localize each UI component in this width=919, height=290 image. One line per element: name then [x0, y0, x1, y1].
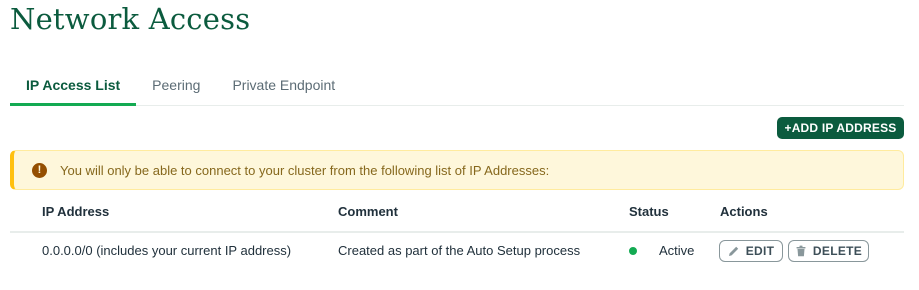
column-header-status[interactable]: Status: [629, 204, 669, 219]
column-header-comment[interactable]: Comment: [338, 204, 398, 219]
comment-cell: Created as part of the Auto Setup proces…: [338, 243, 581, 258]
delete-button-label: DELETE: [812, 244, 863, 258]
pencil-icon: [728, 245, 740, 257]
column-header-actions: Actions: [720, 204, 768, 219]
column-header-ip-address[interactable]: IP Address: [42, 204, 109, 219]
edit-button[interactable]: EDIT: [719, 240, 783, 262]
ip-address-cell: 0.0.0.0/0 (includes your current IP addr…: [42, 243, 292, 258]
status-cell: Active: [659, 243, 695, 258]
edit-button-label: EDIT: [745, 244, 775, 258]
tab-bar: IP Access List Peering Private Endpoint: [10, 66, 904, 106]
status-active-dot-icon: [629, 247, 637, 255]
page-title: Network Access: [10, 2, 251, 36]
tab-peering[interactable]: Peering: [136, 66, 216, 106]
delete-button[interactable]: DELETE: [788, 240, 869, 262]
tab-ip-access-list[interactable]: IP Access List: [10, 66, 137, 106]
banner-text: You will only be able to connect to your…: [60, 162, 550, 178]
network-access-page: Network Access IP Access List Peering Pr…: [0, 0, 919, 290]
warning-banner: ! You will only be able to connect to yo…: [10, 150, 904, 190]
tab-private-endpoint[interactable]: Private Endpoint: [216, 66, 351, 106]
add-ip-address-button[interactable]: +ADD IP ADDRESS: [777, 117, 904, 139]
warning-circle-icon: !: [32, 162, 47, 178]
table-header-divider: [10, 231, 904, 233]
trash-icon: [795, 245, 807, 257]
